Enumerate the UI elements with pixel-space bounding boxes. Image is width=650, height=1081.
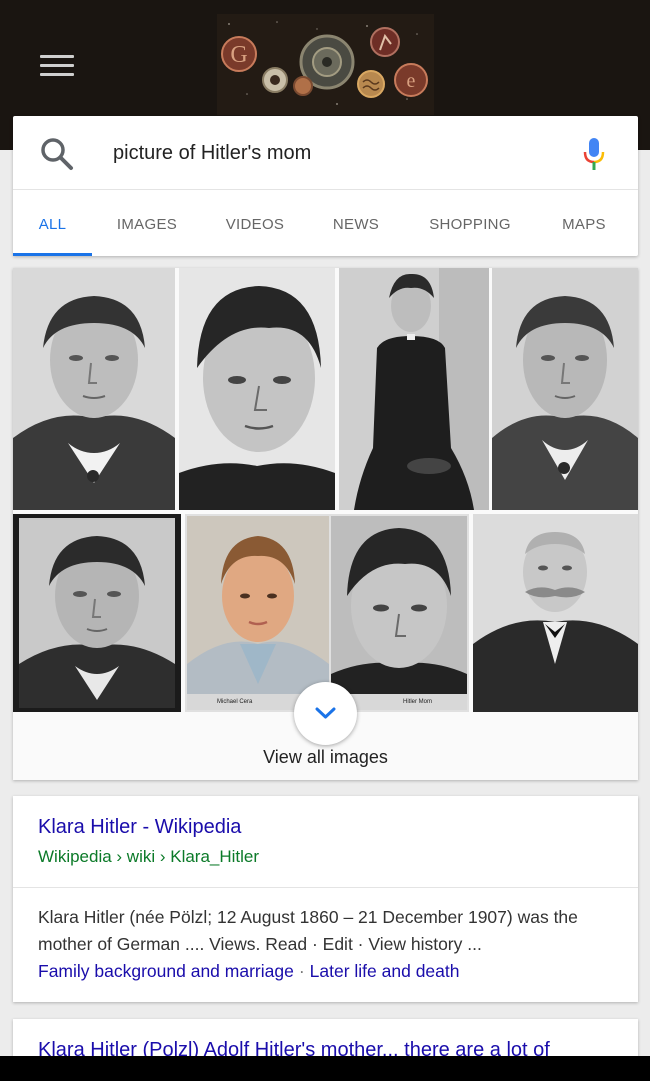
google-doodle-logo[interactable]: G e bbox=[217, 14, 434, 115]
result-sitelinks: Family background and marriage · Later lif… bbox=[38, 958, 460, 985]
search-input[interactable] bbox=[113, 138, 553, 168]
svg-text:e: e bbox=[407, 70, 416, 92]
tab-news[interactable]: NEWS bbox=[321, 191, 391, 256]
search-icon[interactable] bbox=[39, 136, 75, 172]
expand-images-button[interactable] bbox=[294, 682, 357, 745]
tab-shopping[interactable]: SHOPPING bbox=[415, 191, 525, 256]
microphone-icon[interactable] bbox=[581, 136, 607, 172]
image-thumbnail[interactable] bbox=[13, 268, 175, 510]
chevron-down-icon bbox=[315, 707, 336, 719]
search-card: ALL IMAGES VIDEOS NEWS SHOPPING MAPS bbox=[13, 116, 638, 256]
image-thumbnail[interactable] bbox=[13, 514, 181, 712]
view-all-images-label: View all images bbox=[263, 747, 388, 767]
hamburger-menu-icon[interactable] bbox=[40, 55, 74, 79]
search-result-card: Klara Hitler - Wikipedia Wikipedia › wik… bbox=[13, 796, 638, 1002]
sitelink-separator: · bbox=[298, 961, 305, 981]
image-caption-right: Hitler Mom bbox=[403, 699, 433, 705]
sitelink-later-life[interactable]: Later life and death bbox=[310, 961, 460, 981]
sitelink-family-background[interactable]: Family background and marriage bbox=[38, 961, 294, 981]
svg-text:G: G bbox=[230, 42, 247, 68]
tab-all[interactable]: ALL bbox=[13, 191, 92, 256]
image-thumbnail[interactable] bbox=[492, 268, 638, 510]
image-thumbnail[interactable] bbox=[179, 268, 335, 510]
result-snippet: Klara Hitler (née Pölzl; 12 August 1860 … bbox=[38, 907, 578, 954]
search-bar[interactable] bbox=[13, 116, 638, 190]
tab-maps[interactable]: MAPS bbox=[551, 191, 617, 256]
image-thumbnail[interactable] bbox=[339, 268, 489, 510]
tab-videos[interactable]: VIDEOS bbox=[213, 191, 297, 256]
image-thumbnail[interactable] bbox=[473, 514, 638, 712]
result-url[interactable]: Wikipedia › wiki › Klara_Hitler bbox=[38, 847, 259, 867]
image-caption-left: Michael Cera bbox=[217, 699, 253, 705]
search-tabs: ALL IMAGES VIDEOS NEWS SHOPPING MAPS bbox=[13, 191, 638, 256]
system-navigation-bar bbox=[0, 1056, 650, 1081]
tab-images[interactable]: IMAGES bbox=[105, 191, 189, 256]
image-results-card: Michael Cera Hitler Mom View all images bbox=[13, 268, 638, 780]
result-title-link[interactable]: Klara Hitler - Wikipedia bbox=[38, 816, 241, 839]
result-header[interactable]: Klara Hitler - Wikipedia Wikipedia › wik… bbox=[13, 796, 638, 888]
